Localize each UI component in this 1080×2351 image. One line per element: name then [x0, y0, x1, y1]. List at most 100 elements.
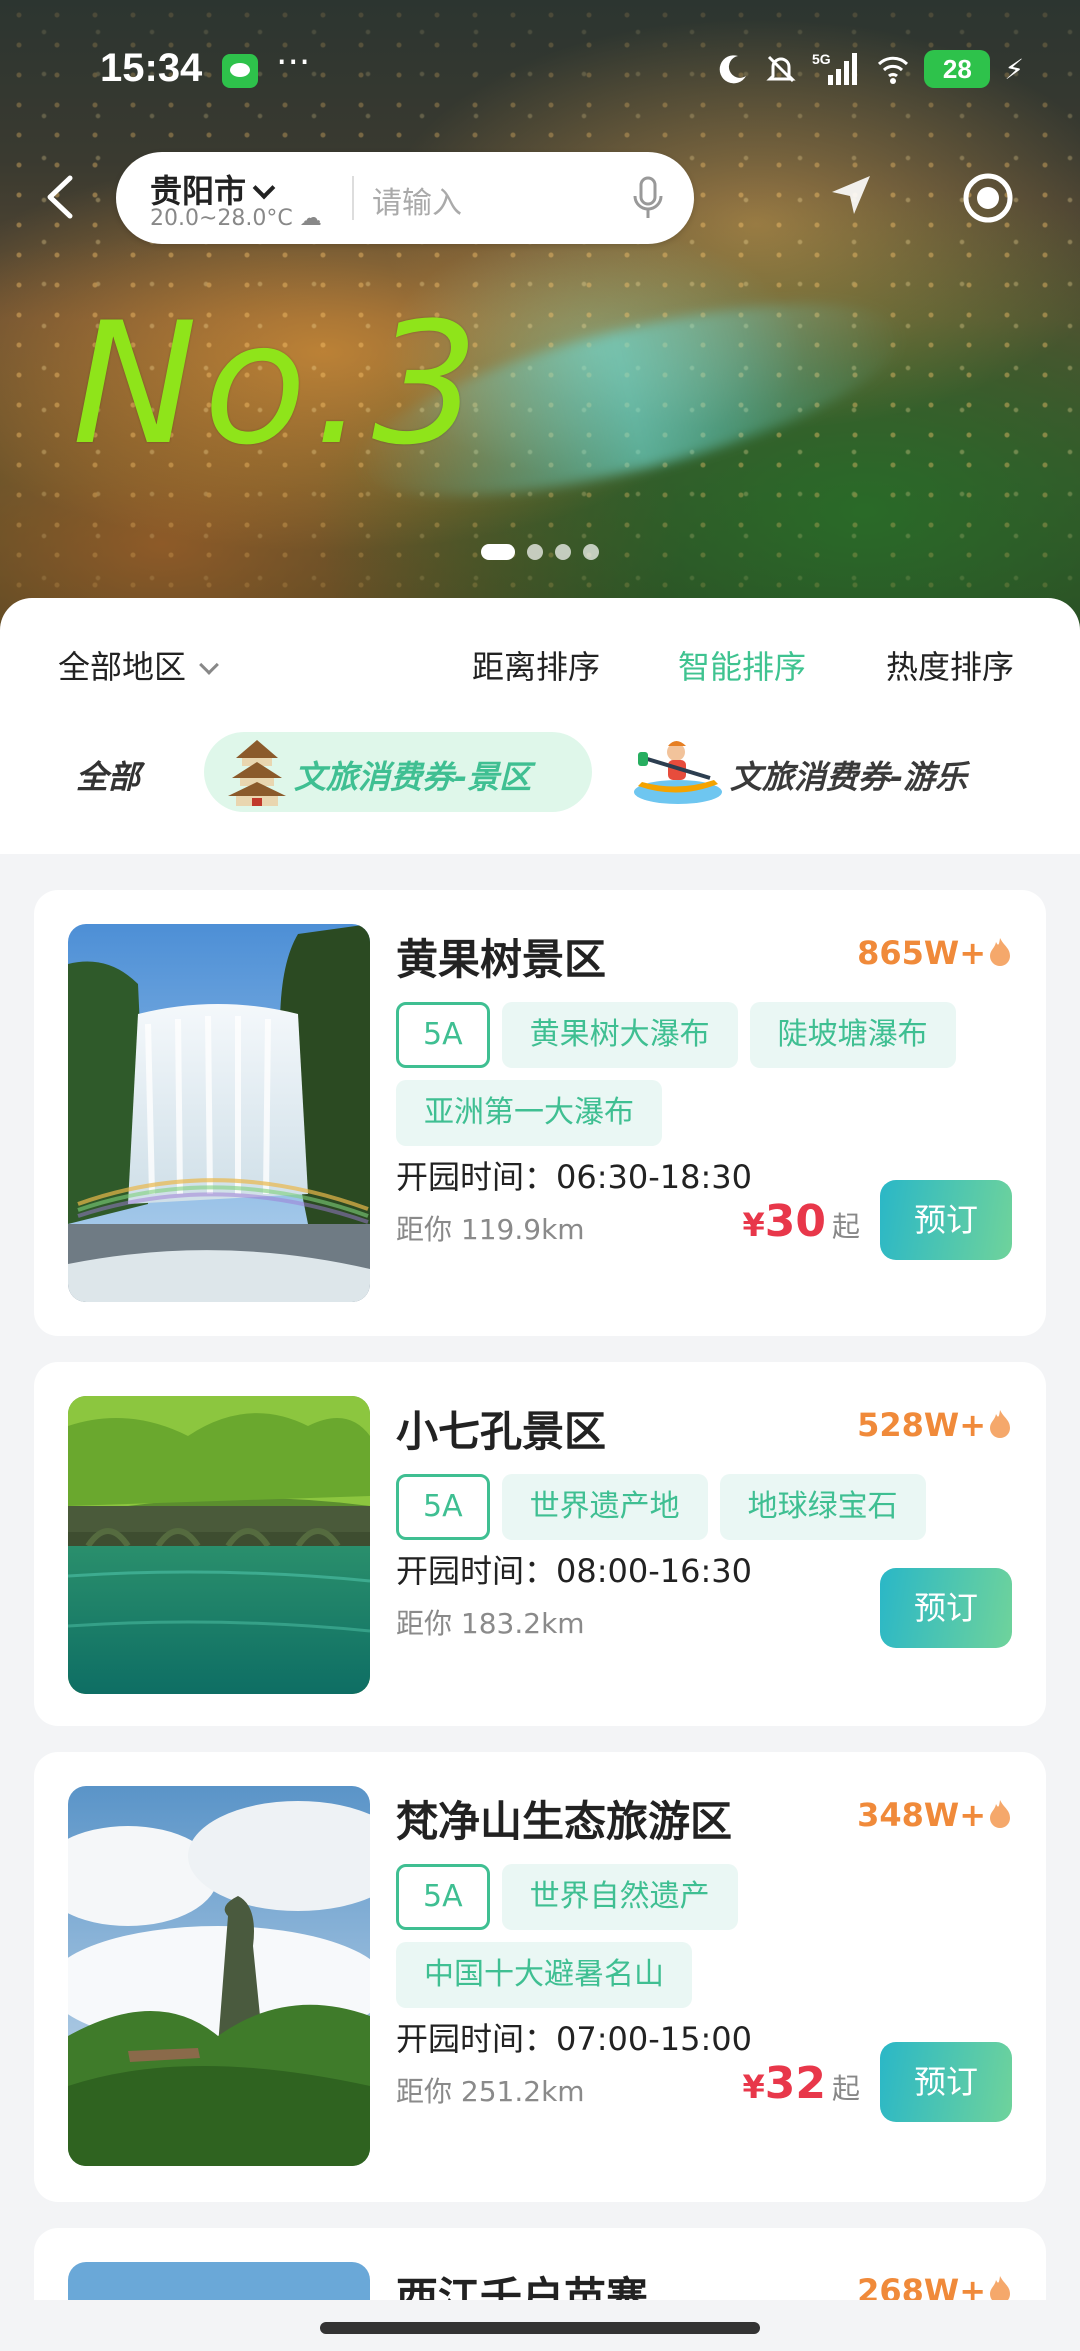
home-indicator[interactable]: [320, 2322, 760, 2334]
mute-icon: [766, 55, 796, 83]
distance: 距你 251.2km: [396, 2070, 585, 2110]
scenic-name: 小七孔景区: [396, 1407, 607, 1456]
wechat-icon: [222, 54, 258, 88]
sort-smart[interactable]: 智能排序: [678, 642, 806, 688]
cloud-icon: ☁: [299, 206, 322, 231]
grade-tag: 5A: [396, 1002, 490, 1068]
distance: 距你 183.2km: [396, 1602, 585, 1642]
currency-symbol: ¥: [742, 2068, 765, 2106]
network-label: 5G: [812, 51, 831, 67]
price-suffix: 起: [831, 2072, 860, 2105]
tag-list: 5A 世界遗产地 地球绿宝石: [396, 1474, 1026, 1540]
scenic-card[interactable]: 黄果树景区 865W+ 5A 黄果树大瀑布 陡坡塘瀑布 亚洲第一大瀑布 开园时间…: [34, 890, 1046, 1336]
grade-tag: 5A: [396, 1474, 490, 1540]
distance-value: 183.2km: [460, 1607, 585, 1640]
distance-value: 251.2km: [460, 2075, 585, 2108]
heat-value: 528W+: [857, 1406, 986, 1444]
category-scenic-label: 文旅消费券-景区: [294, 758, 532, 796]
opening-hours: 开园时间：08:00-16:30: [396, 1546, 752, 1592]
book-button[interactable]: 预订: [880, 1180, 1012, 1260]
book-button[interactable]: 预订: [880, 2042, 1012, 2122]
wifi-icon: [878, 56, 909, 84]
feature-tag: 陡坡塘瀑布: [749, 1002, 956, 1068]
feature-tag: 中国十大避暑名山: [396, 1942, 692, 2008]
sort-distance[interactable]: 距离排序: [472, 642, 600, 688]
pager-dot: [481, 544, 515, 560]
flame-icon: [990, 1410, 1010, 1438]
opening-hours: 开园时间：06:30-18:30: [396, 1152, 752, 1198]
pagoda-icon: [228, 740, 286, 806]
distance-value: 119.9km: [460, 1213, 585, 1246]
search-input[interactable]: 请输入: [372, 178, 462, 222]
distance-label: 距你: [396, 1213, 461, 1246]
hours-value: 06:30-18:30: [556, 1158, 752, 1196]
scenic-name: 黄果树景区: [396, 935, 607, 984]
chevron-down-icon: [199, 655, 219, 675]
filter-panel: 全部地区 距离排序 智能排序 热度排序 全部 文旅消费券-景区 文旅消费券-游乐: [0, 598, 1080, 854]
category-tabs: 全部 文旅消费券-景区 文旅消费券-游乐: [0, 732, 1080, 812]
status-time: 15:34: [100, 46, 203, 90]
sort-popularity[interactable]: 热度排序: [886, 642, 1014, 688]
flame-icon: [990, 938, 1010, 966]
scenic-photo: [68, 1786, 370, 2166]
weather-text: 20.0~28.0°C: [150, 206, 293, 231]
price-suffix: 起: [831, 1210, 860, 1243]
category-amusement-label[interactable]: 文旅消费券-游乐: [730, 752, 967, 798]
opening-hours: 开园时间：07:00-15:00: [396, 2014, 752, 2060]
grade-tag: 5A: [396, 1864, 490, 1930]
search-bar[interactable]: 贵阳市 20.0~28.0°C ☁ 请输入: [116, 152, 694, 244]
hours-label: 开园时间：: [396, 1158, 557, 1196]
book-button[interactable]: 预订: [880, 1568, 1012, 1648]
banner-text: No.3: [72, 286, 485, 482]
currency-symbol: ¥: [742, 1206, 765, 1244]
hours-label: 开园时间：: [396, 2020, 557, 2058]
scenic-card[interactable]: 小七孔景区 528W+ 5A 世界遗产地 地球绿宝石 开园时间：08:00-16…: [34, 1362, 1046, 1726]
weather-range: 20.0~28.0°C ☁: [150, 206, 322, 231]
search-divider: [352, 176, 354, 220]
tag-list: 5A 黄果树大瀑布 陡坡塘瀑布 亚洲第一大瀑布: [396, 1002, 1026, 1146]
hours-value: 07:00-15:00: [556, 2020, 752, 2058]
navigation-icon[interactable]: [826, 170, 876, 220]
city-name: 贵阳市: [150, 172, 247, 210]
tag-list: 5A 世界自然遗产 中国十大避暑名山: [396, 1864, 1026, 2008]
popularity-count: 865W+: [857, 934, 1012, 972]
scenic-photo: [68, 924, 370, 1302]
microphone-icon[interactable]: [632, 176, 664, 222]
pager-dot: [527, 544, 543, 560]
price: ¥30 起: [742, 1196, 860, 1247]
heat-value: 348W+: [857, 1796, 986, 1834]
category-all[interactable]: 全部: [76, 752, 140, 798]
flame-icon: [990, 1800, 1010, 1828]
heat-value: 865W+: [857, 934, 986, 972]
hours-label: 开园时间：: [396, 1552, 557, 1590]
scenic-card[interactable]: 梵净山生态旅游区 348W+ 5A 世界自然遗产 中国十大避暑名山 开园时间：0…: [34, 1752, 1046, 2202]
scenic-name: 梵净山生态旅游区: [396, 1797, 733, 1846]
distance-label: 距你: [396, 1607, 461, 1640]
battery-icon: 28: [924, 50, 991, 88]
signal-icon: 5G: [812, 51, 858, 85]
feature-tag: 地球绿宝石: [719, 1474, 926, 1540]
back-icon[interactable]: [40, 172, 80, 222]
distance: 距你 119.9km: [396, 1208, 585, 1248]
kayak-icon: [634, 741, 722, 804]
pager-dot: [583, 544, 599, 560]
status-bar: 15:34 ··· 5G 28 ⚡: [0, 36, 1080, 106]
region-label: 全部地区: [58, 648, 187, 686]
target-icon[interactable]: [962, 172, 1014, 224]
region-filter[interactable]: 全部地区: [58, 642, 219, 688]
feature-tag: 黄果树大瀑布: [501, 1002, 738, 1068]
moon-icon: [720, 55, 747, 84]
pager-dot: [555, 544, 571, 560]
scenic-photo: [68, 1396, 370, 1694]
price-value: 30: [764, 1196, 826, 1247]
price-value: 32: [764, 2058, 826, 2109]
feature-tag: 亚洲第一大瀑布: [396, 1080, 662, 1146]
popularity-count: 348W+: [857, 1796, 1012, 1834]
popularity-count: 528W+: [857, 1406, 1012, 1444]
status-icons: 5G 28 ⚡: [716, 50, 1024, 88]
more-dots: ···: [276, 42, 311, 83]
price: ¥32 起: [742, 2058, 860, 2109]
charging-icon: ⚡: [1004, 52, 1024, 86]
hours-value: 08:00-16:30: [556, 1552, 752, 1590]
distance-label: 距你: [396, 2075, 461, 2108]
